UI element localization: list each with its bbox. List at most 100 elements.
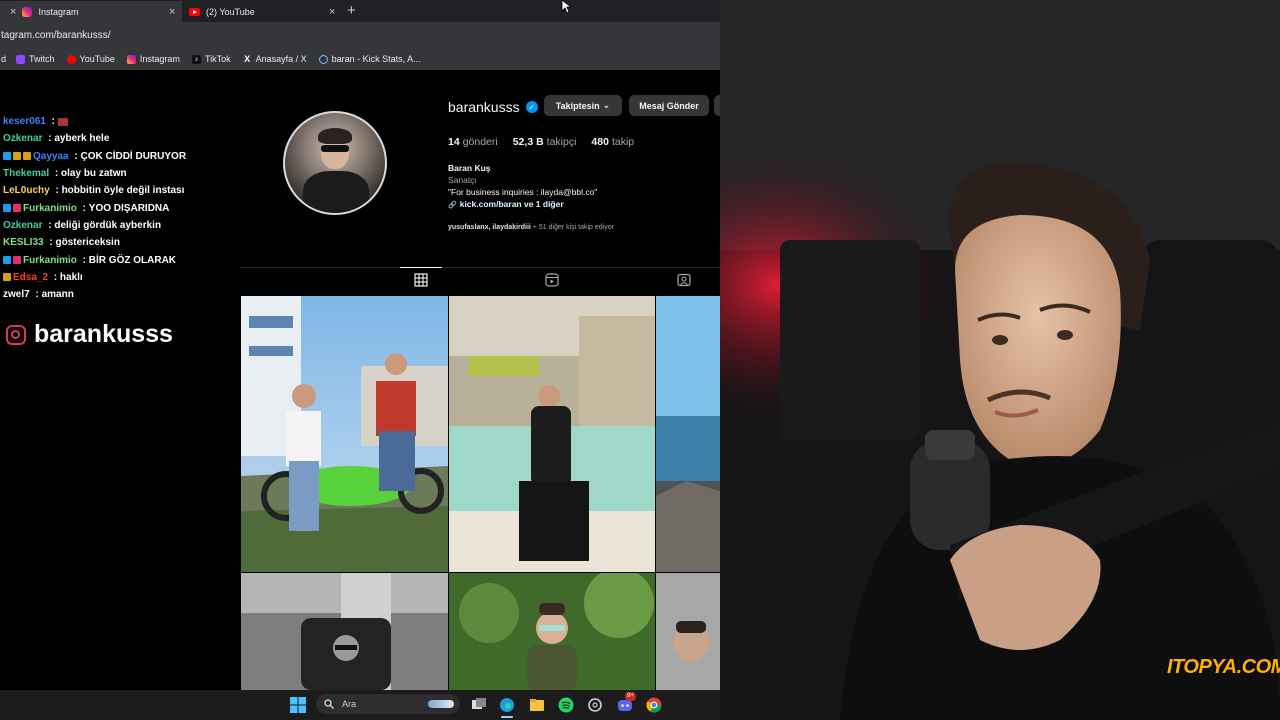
chat-message: Qayyaa : ÇOK CİDDİ DURUYOR [3,148,233,165]
post-tile[interactable] [656,296,720,572]
tab-instagram[interactable]: × Instagram × [0,1,182,22]
chat-message: Ozkenar : ayberk hele [3,130,233,147]
windows-start-icon[interactable] [290,697,306,713]
chat-username: Ozkenar [3,219,43,231]
tab-label: (2) YouTube [206,6,255,17]
chevron-down-icon: ⌄ [602,100,611,110]
chat-separator: : [45,219,55,231]
tab-label: Instagram [38,6,79,17]
active-app-indicator [501,716,513,718]
browser-window: × Instagram × (2) YouTube × + tagram.com… [0,0,720,690]
itopya-watermark: ITOPYA.COM [1167,656,1280,678]
close-icon[interactable]: × [329,6,335,18]
link-icon: 🔗 [448,202,457,209]
bookmark-label: Instagram [139,54,180,64]
bookmark-twitch[interactable]: Twitch [16,54,55,64]
taskbar-search[interactable]: Ara [316,694,460,714]
bookmark-label: TikTok [204,54,231,64]
stat-followers[interactable]: 52,3 Btakipçi [513,136,577,148]
chat-separator: : [79,254,89,266]
profile-bio-text: "For business inquiries : ilayda@bbl.co" [448,187,598,197]
new-tab-button[interactable]: + [347,2,356,19]
task-view-icon[interactable] [471,697,487,713]
stat-following[interactable]: 480 takip [591,136,634,148]
chat-username: KESLI33 [3,237,44,249]
post-tile[interactable] [241,573,448,690]
chat-text: amann [41,289,74,301]
chat-badge-icon [13,204,21,213]
file-explorer-icon[interactable] [529,697,545,713]
stat-posts: 14 gönderi [448,136,498,148]
overlay-handle: barankusss [34,320,173,348]
chat-separator: : [51,271,60,283]
chat-text: olay bu zatwn [61,168,127,180]
tab-youtube[interactable]: (2) YouTube × [183,1,343,22]
followed-by[interactable]: yusufaslanx, ilaydakirdiii + 51 diğer ki… [448,224,614,231]
edge-icon[interactable] [499,697,515,713]
profile-stats: 14 gönderi 52,3 Btakipçi 480 takip [448,136,649,148]
chat-username: LeL0uchy [3,185,50,197]
chat-text: YOO DIŞARIDNA [88,202,170,214]
close-icon[interactable]: × [10,6,16,18]
post-tile[interactable] [241,296,448,572]
chat-text: BİR GÖZ OLARAK [88,254,177,266]
profile-username: barankusss ✓ [448,99,538,115]
webcam-feed [720,0,1280,720]
chat-separator: : [71,150,81,162]
bookmark-fragment[interactable]: d [1,54,6,64]
chat-message: Furkanimio : BİR GÖZ OLARAK [3,251,233,268]
address-bar[interactable]: tagram.com/barankusss/ [0,22,720,48]
chat-text: göstericeksin [55,237,120,249]
bookmark-x[interactable]: X Anasayfa / X [243,54,307,64]
following-button[interactable]: Takiptesin ⌄ [544,95,622,116]
bookmark-instagram[interactable]: Instagram [126,54,180,64]
chat-separator: : [52,168,62,180]
post-tile[interactable] [656,573,720,690]
chrome-icon[interactable] [646,697,662,713]
profile-bio: Baran Kuş Sanatçı "For business inquirie… [448,162,597,212]
chatgpt-icon[interactable] [587,697,603,713]
stream-chat: keser061 : Ozkenar : ayberk hele Qayyaa :… [3,113,233,303]
profile-category: Sanatçı [448,175,477,185]
chat-badge-icon [3,204,11,213]
tab-bar: × Instagram × (2) YouTube × + [0,0,720,22]
chat-username: Qayyaa [33,150,69,162]
chat-text: deliği gördük ayberkin [54,219,162,231]
bookmark-kick-stats[interactable]: baran - Kick Stats, A... [318,54,421,64]
chat-separator: : [45,133,55,145]
search-highlight-icon [428,700,454,708]
close-icon[interactable]: × [169,6,175,18]
profile-link[interactable]: 🔗 kick.com/baran ve 1 diğer [448,198,597,212]
post-tile[interactable] [449,296,655,572]
search-icon [324,699,334,709]
instagram-icon [6,324,26,345]
tiktok-icon: ♪ [191,54,201,64]
chat-separator: : [32,289,42,301]
post-tile[interactable] [449,573,655,690]
spotify-icon[interactable] [558,697,574,713]
bookmark-label: YouTube [79,54,115,64]
chat-username: keser061 [3,116,46,128]
notification-badge: 9+ [625,692,636,701]
chat-username: Ozkenar [3,133,43,145]
profile-avatar[interactable] [283,111,387,215]
grid-icon[interactable] [414,273,428,287]
chat-message: keser061 : [3,113,233,130]
youtube-favicon-icon [189,7,200,16]
bookmark-youtube[interactable]: YouTube [66,54,115,64]
reels-icon[interactable] [545,273,559,287]
chat-message: Furkanimio : YOO DIŞARIDNA [3,199,233,216]
chat-username: zwel7 [3,289,30,301]
chat-message: zwel7 : amann [3,286,233,303]
chat-badge-icon [23,152,31,161]
chat-username: Furkanimio [23,202,77,214]
search-placeholder: Ara [342,699,357,709]
send-message-button[interactable]: Mesaj Gönder [629,95,709,116]
chat-message: Ozkenar : deliği gördük ayberkin [3,217,233,234]
chat-badge-icon [3,273,11,282]
instagram-handle-overlay: barankusss [6,320,173,349]
tagged-icon[interactable] [677,273,691,287]
url-text[interactable]: tagram.com/barankusss/ [0,30,111,41]
profile-full-name: Baran Kuş [448,163,491,173]
bookmark-tiktok[interactable]: ♪ TikTok [191,54,231,64]
